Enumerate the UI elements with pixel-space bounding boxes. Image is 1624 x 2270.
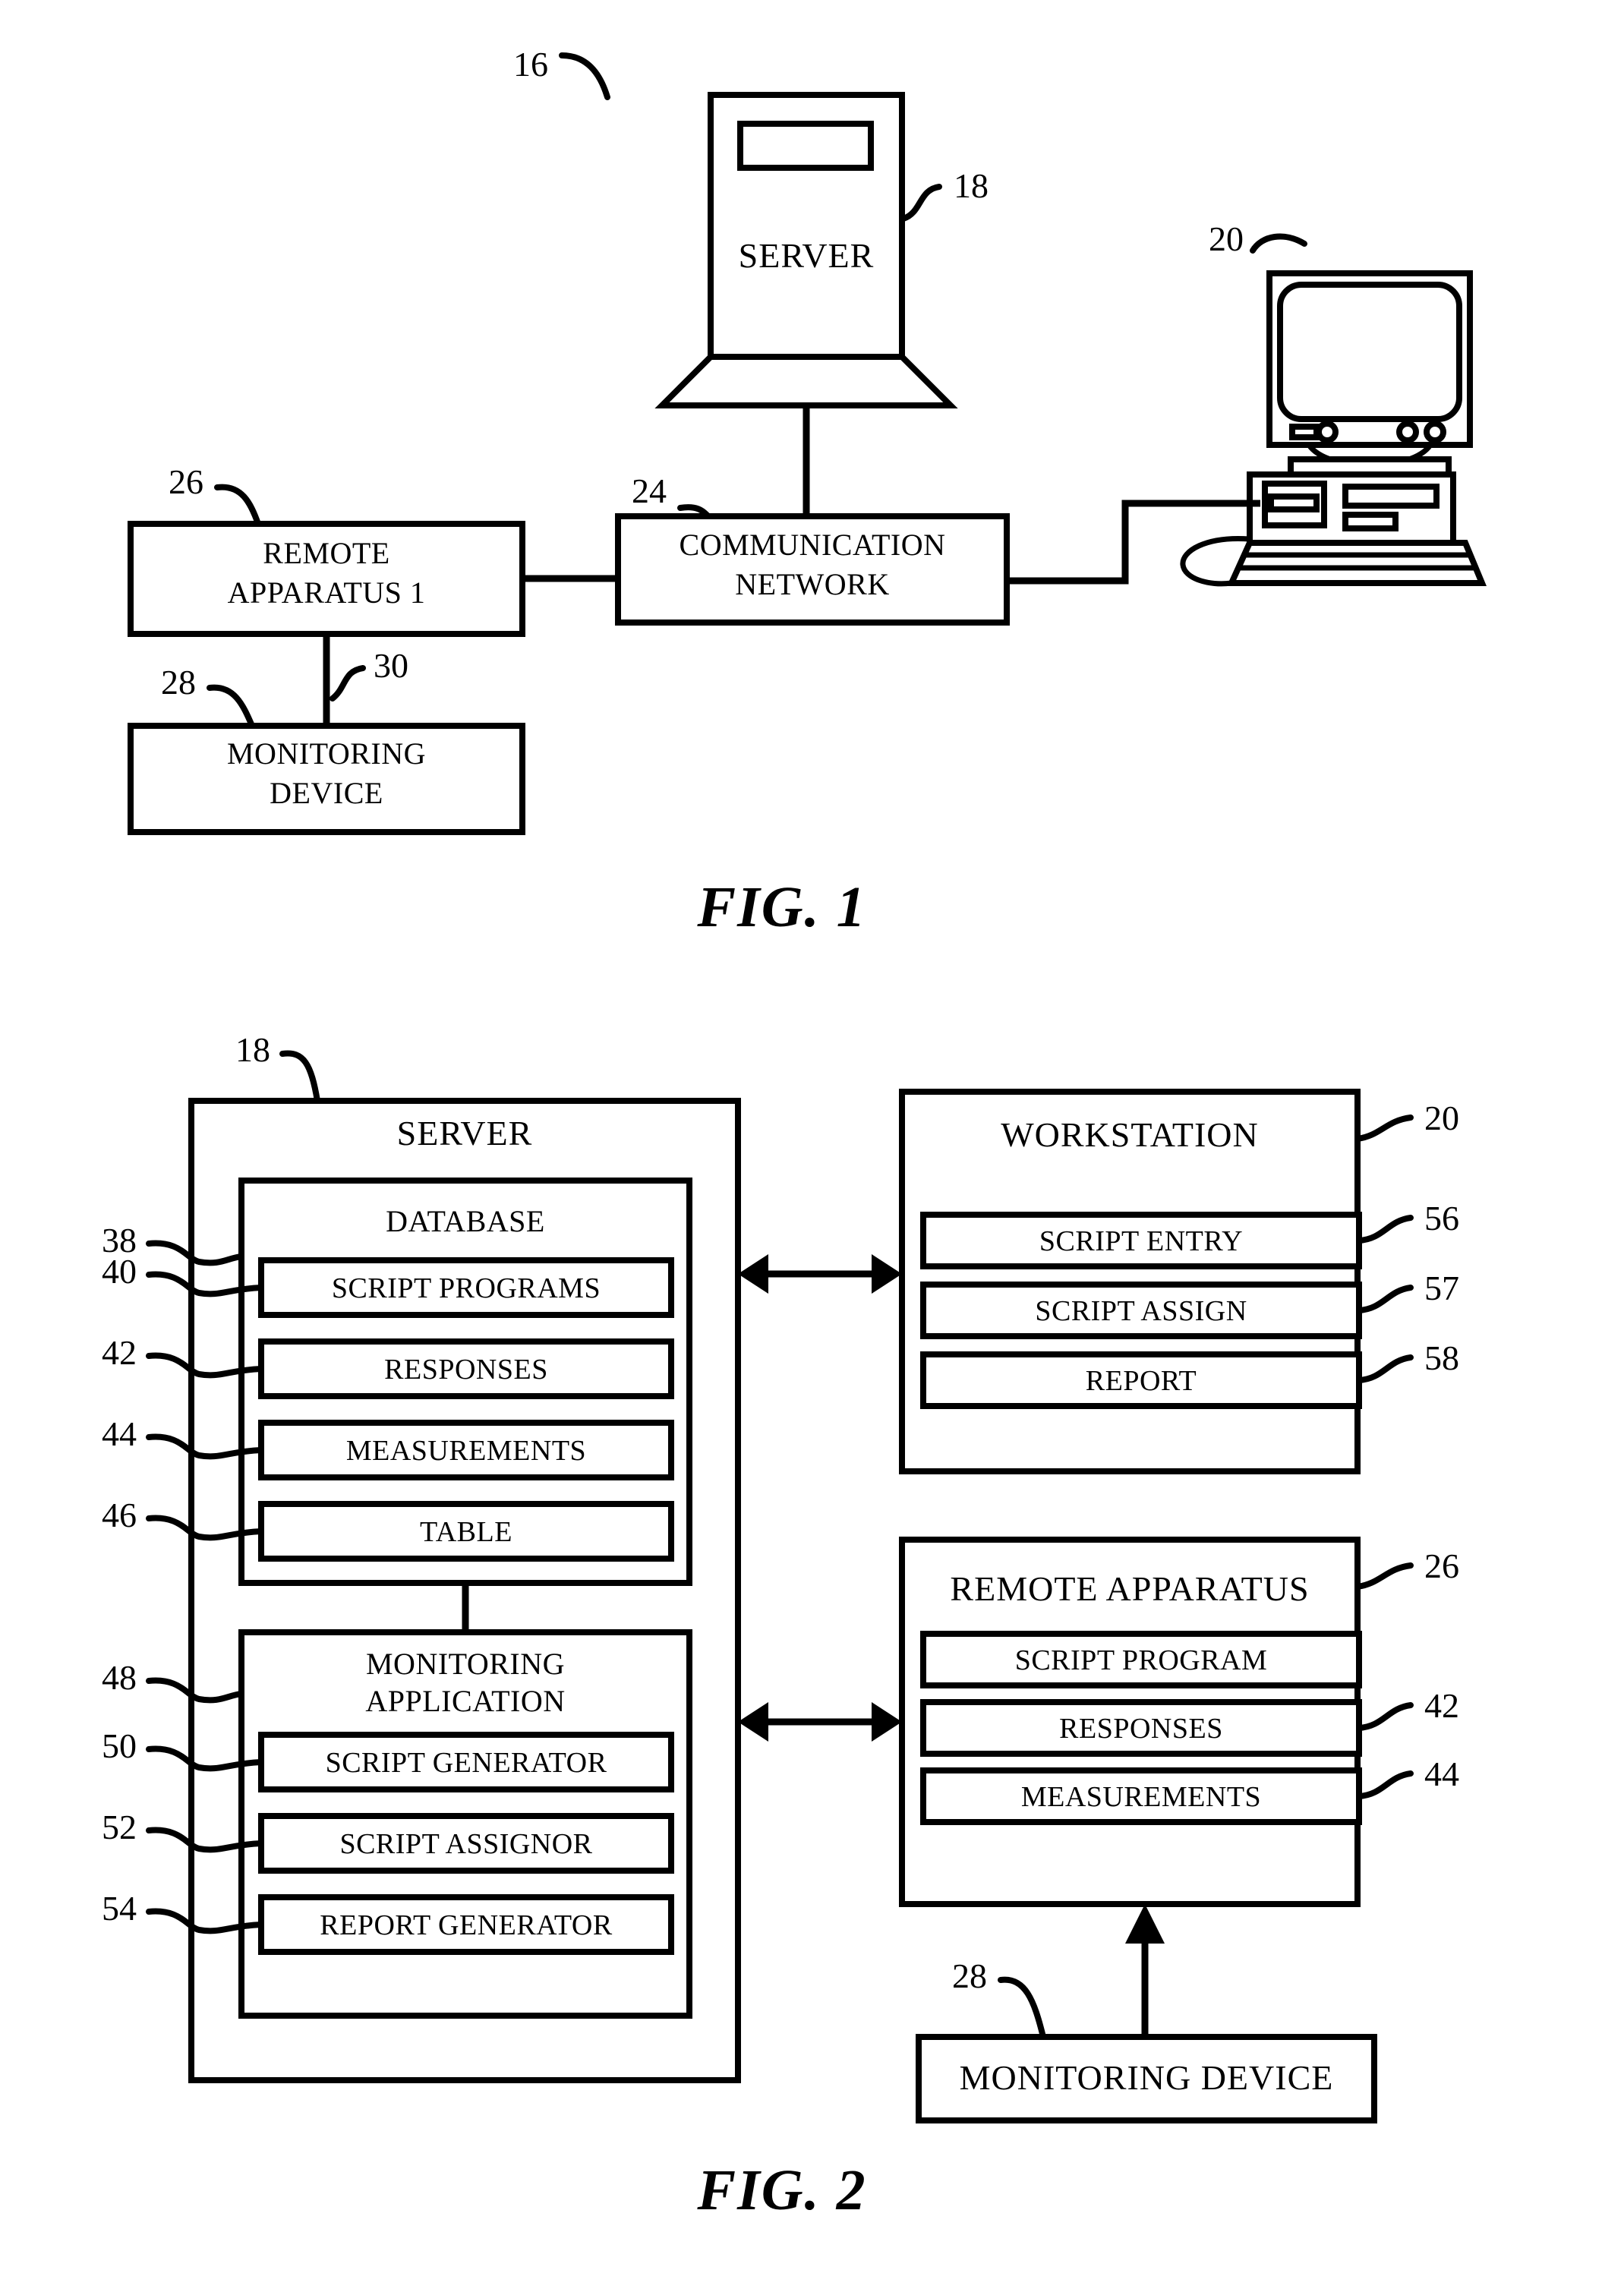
monitoring-device-label-line1: MONITORING — [227, 736, 426, 771]
ref-44-server: 44 — [102, 1414, 137, 1453]
lead-line-44-remote — [1356, 1770, 1414, 1799]
lead-line-58 — [1356, 1354, 1414, 1383]
ref-20-fig1: 20 — [1209, 219, 1244, 258]
workstation-item-report-label: REPORT — [1086, 1365, 1197, 1397]
monitoring-application-title-line1: MONITORING — [366, 1647, 565, 1681]
remote-apparatus-label-line2: APPARATUS 1 — [228, 575, 426, 610]
figure-1: SERVER 18 20 COMMUNICATION NETWORK 24 RE… — [102, 45, 1487, 2222]
lead-line-56 — [1356, 1215, 1414, 1244]
lead-line-26-fig2 — [1354, 1562, 1414, 1590]
monitoring-app-item-report-generator-label: REPORT GENERATOR — [320, 1909, 613, 1941]
monitoring-device-label-line2: DEVICE — [270, 776, 383, 810]
database-item-responses-label: RESPONSES — [384, 1354, 548, 1386]
server-workstation-link-arrow-left — [738, 1254, 768, 1294]
lead-line-28-fig2 — [998, 1976, 1046, 2040]
figure-2-caption: FIG. 2 — [696, 2158, 866, 2222]
remote-apparatus-block-title: REMOTE APPARATUS — [950, 1569, 1309, 1608]
lead-line-57 — [1356, 1285, 1414, 1313]
workstation-block-title: WORKSTATION — [1001, 1115, 1259, 1154]
drive-slot-right-1 — [1342, 484, 1440, 509]
remote-apparatus-item-measurements-label: MEASUREMENTS — [1021, 1781, 1261, 1813]
monitor-control-slider — [1289, 424, 1320, 440]
communication-network-label: COMMUNICATION — [680, 528, 946, 562]
database-item-table-label: TABLE — [420, 1516, 512, 1548]
ref-18-fig1: 18 — [954, 166, 989, 205]
patent-drawing-sheet: SERVER 18 20 COMMUNICATION NETWORK 24 RE… — [0, 0, 1624, 2270]
ref-26-fig2: 26 — [1424, 1546, 1459, 1585]
lead-line-16 — [559, 52, 610, 100]
lead-line-20-fig2 — [1354, 1115, 1414, 1142]
monitoring-device-to-remote-apparatus — [1125, 1904, 1165, 2037]
ref-24: 24 — [632, 471, 667, 510]
lead-line-20-fig1 — [1250, 233, 1307, 254]
ref-50: 50 — [102, 1726, 137, 1765]
ref-56: 56 — [1424, 1199, 1459, 1237]
drive-slot-right-2 — [1342, 512, 1399, 531]
monitor-knob-1 — [1316, 421, 1339, 443]
ref-28-fig1: 28 — [161, 663, 196, 701]
communication-network-label-2: NETWORK — [735, 567, 889, 601]
ref-52: 52 — [102, 1808, 137, 1846]
lead-line-26-fig1 — [214, 484, 261, 527]
server-remote-link-arrow-right — [872, 1702, 902, 1742]
ref-44-remote: 44 — [1424, 1755, 1459, 1793]
server-icon-label: SERVER — [739, 236, 875, 275]
ref-18-fig2: 18 — [235, 1030, 270, 1069]
drive-slot-left — [1268, 493, 1320, 512]
lead-line-18-fig1 — [900, 184, 942, 222]
monitoring-application-title-line2: APPLICATION — [365, 1684, 565, 1718]
figure-1-caption: FIG. 1 — [696, 875, 866, 939]
ref-28-fig2: 28 — [952, 1956, 987, 1995]
ref-38: 38 — [102, 1221, 137, 1260]
ref-54: 54 — [102, 1889, 137, 1928]
monitoring-app-item-script-generator-label: SCRIPT GENERATOR — [326, 1747, 607, 1779]
ref-42-server: 42 — [102, 1333, 137, 1372]
workstation-icon — [1180, 270, 1487, 587]
monitoring-device-block-title: MONITORING DEVICE — [960, 2058, 1334, 2097]
workstation-item-script-assign-label: SCRIPT ASSIGN — [1035, 1295, 1247, 1327]
database-item-script-programs-label: SCRIPT PROGRAMS — [332, 1272, 601, 1304]
server-drive-slot — [737, 121, 874, 171]
server-workstation-link-arrow-right — [872, 1254, 902, 1294]
server-block-title: SERVER — [397, 1114, 533, 1152]
ref-30: 30 — [374, 646, 408, 685]
lead-line-30 — [330, 665, 366, 701]
ref-16: 16 — [513, 45, 548, 84]
monitoring-app-item-script-assignor-label: SCRIPT ASSIGNOR — [339, 1828, 592, 1860]
remote-apparatus-label-line1: REMOTE — [263, 536, 389, 570]
monitor-knob-2 — [1396, 421, 1419, 443]
lead-line-18-fig2 — [279, 1050, 320, 1104]
monitoring-device-link-arrowhead — [1125, 1904, 1165, 1944]
lead-line-42-remote — [1356, 1702, 1414, 1731]
ref-20-fig2: 20 — [1424, 1099, 1459, 1137]
remote-apparatus-item-responses-label: RESPONSES — [1059, 1713, 1223, 1745]
ref-58: 58 — [1424, 1338, 1459, 1377]
server-workstation-link — [738, 1254, 902, 1294]
server-remote-link-arrow-left — [738, 1702, 768, 1742]
monitor-screen — [1277, 282, 1462, 422]
ref-57: 57 — [1424, 1269, 1459, 1307]
server-base — [654, 354, 958, 408]
database-block-title: DATABASE — [386, 1204, 545, 1238]
keyboard — [1226, 540, 1487, 586]
ref-46: 46 — [102, 1496, 137, 1534]
ref-26-fig1: 26 — [169, 462, 203, 501]
ref-48: 48 — [102, 1658, 137, 1697]
workstation-item-script-entry-label: SCRIPT ENTRY — [1039, 1225, 1243, 1257]
database-item-measurements-label: MEASUREMENTS — [346, 1435, 586, 1467]
monitor-knob-3 — [1424, 421, 1446, 443]
ref-42-remote: 42 — [1424, 1686, 1459, 1725]
remote-apparatus-item-script-program-label: SCRIPT PROGRAM — [1015, 1644, 1268, 1676]
lead-line-28-fig1 — [207, 684, 255, 729]
server-remote-apparatus-link — [738, 1702, 902, 1742]
